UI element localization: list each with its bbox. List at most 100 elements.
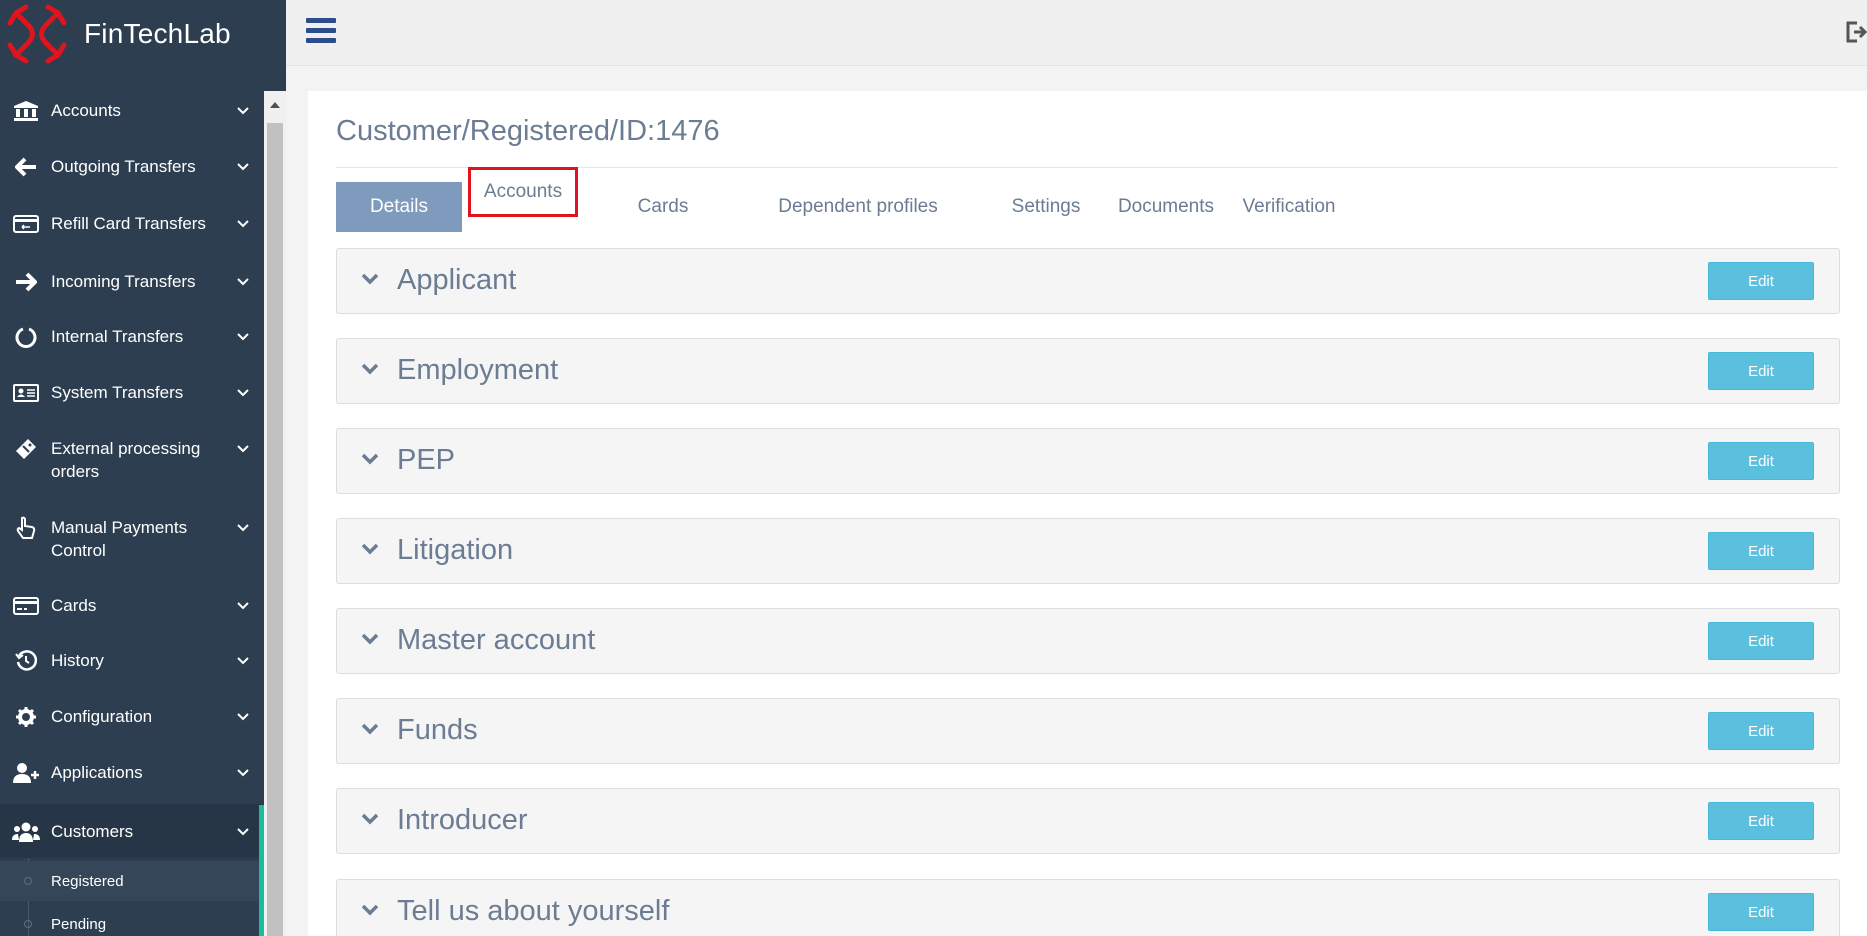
sidebar-item-label: Cards: [51, 596, 97, 615]
tab-cards[interactable]: Cards: [608, 182, 718, 232]
edit-button[interactable]: Edit: [1708, 893, 1814, 931]
scroll-up-arrow-icon[interactable]: [264, 91, 286, 119]
chevron-down-icon: [234, 761, 252, 784]
panel-title: Funds: [397, 714, 478, 746]
chevron-down-icon[interactable]: [361, 723, 379, 735]
chevron-down-icon[interactable]: [361, 543, 379, 555]
chevron-down-icon: [234, 594, 252, 617]
chevron-down-icon: [234, 99, 252, 122]
edit-button[interactable]: Edit: [1708, 802, 1814, 840]
chevron-down-icon: [234, 212, 252, 235]
tab-accounts[interactable]: Accounts: [468, 167, 578, 217]
sidebar-scrollbar[interactable]: [264, 91, 286, 936]
sidebar-item-incoming-transfers[interactable]: Incoming Transfers: [0, 270, 264, 293]
edit-button[interactable]: Edit: [1708, 532, 1814, 570]
sidebar-subitem-registered[interactable]: Registered: [0, 861, 259, 901]
sidebar-item-label: Incoming Transfers: [51, 272, 196, 291]
sidebar-item-internal-transfers[interactable]: Internal Transfers: [0, 325, 264, 348]
logout-icon[interactable]: [1845, 18, 1867, 46]
panel-title: PEP: [397, 444, 456, 476]
sidebar-item-label: System Transfers: [51, 383, 184, 402]
sidebar-item-label: Applications: [51, 763, 143, 782]
sidebar-item-customers[interactable]: Customers: [0, 804, 264, 858]
panel-introducer[interactable]: Introducer Edit: [336, 788, 1840, 854]
sidebar-item-outgoing-transfers[interactable]: Outgoing Transfers: [0, 155, 264, 178]
edit-button[interactable]: Edit: [1708, 352, 1814, 390]
sidebar-item-label: History: [51, 651, 104, 670]
panel-title: Master account: [397, 624, 596, 656]
chevron-down-icon[interactable]: [361, 363, 379, 375]
sidebar-item-external-processing-orders[interactable]: External processing orders: [0, 437, 264, 483]
sidebar-item-applications[interactable]: Applications: [0, 761, 264, 784]
edit-button[interactable]: Edit: [1708, 442, 1814, 480]
panel-litigation[interactable]: Litigation Edit: [336, 518, 1840, 584]
panel-tell-us-about-yourself[interactable]: Tell us about yourself Edit: [336, 879, 1840, 936]
chevron-down-icon[interactable]: [361, 453, 379, 465]
arrow-right-icon: [12, 270, 40, 293]
card-transfer-icon: [12, 212, 40, 235]
history-icon: [12, 649, 40, 672]
edit-button[interactable]: Edit: [1708, 712, 1814, 750]
sidebar-item-label: Configuration: [51, 707, 153, 726]
tab-dependent-profiles[interactable]: Dependent profiles: [748, 182, 968, 232]
chevron-down-icon[interactable]: [361, 273, 379, 285]
tab-documents[interactable]: Documents: [1104, 182, 1228, 232]
sidebar-item-label: Outgoing Transfers: [51, 157, 196, 176]
gear-icon: [12, 705, 40, 728]
chevron-down-icon[interactable]: [361, 904, 379, 916]
menu-toggle-icon[interactable]: [306, 18, 336, 44]
sidebar-subitem-pending[interactable]: Pending: [0, 904, 259, 936]
tab-settings[interactable]: Settings: [988, 182, 1104, 232]
scrollbar-thumb[interactable]: [267, 123, 283, 936]
sidebar-item-manual-payments-control[interactable]: Manual Payments Control: [0, 516, 264, 562]
sidebar-item-refill-card-transfers[interactable]: Refill Card Transfers: [0, 212, 264, 235]
panel-title: Introducer: [397, 804, 528, 836]
panel-master-account[interactable]: Master account Edit: [336, 608, 1840, 674]
chevron-down-icon: [234, 381, 252, 404]
chevron-down-icon[interactable]: [361, 813, 379, 825]
app-name: FinTechLab: [84, 18, 231, 49]
page-title: Customer/Registered/ID:1476: [336, 115, 720, 147]
chevron-down-icon: [234, 325, 252, 348]
panel-title: Tell us about yourself: [397, 895, 670, 927]
panel-title: Employment: [397, 354, 559, 386]
topbar: [286, 0, 1867, 66]
arrow-left-icon: [12, 155, 40, 178]
ticket-icon: [12, 437, 40, 460]
id-card-icon: [12, 381, 40, 404]
bullet-icon: [24, 920, 32, 928]
sidebar-item-history[interactable]: History: [0, 649, 264, 672]
panel-pep[interactable]: PEP Edit: [336, 428, 1840, 494]
panel-employment[interactable]: Employment Edit: [336, 338, 1840, 404]
sidebar: FinTechLab Accounts Outgoing Transfers R…: [0, 0, 286, 936]
sidebar-item-system-transfers[interactable]: System Transfers: [0, 381, 264, 404]
sidebar-item-label: Manual Payments Control: [51, 518, 188, 560]
chevron-down-icon[interactable]: [361, 633, 379, 645]
chevron-down-icon: [234, 155, 252, 178]
bullet-icon: [24, 877, 32, 885]
tab-verification[interactable]: Verification: [1228, 182, 1350, 232]
sidebar-item-label: Refill Card Transfers: [51, 214, 206, 233]
users-icon: [12, 820, 40, 843]
brand[interactable]: FinTechLab: [0, 0, 286, 68]
logo-icon: [7, 4, 67, 64]
chevron-down-icon: [234, 437, 252, 460]
edit-button[interactable]: Edit: [1708, 622, 1814, 660]
sidebar-item-label: External processing orders: [51, 439, 201, 481]
main-content: Customer/Registered/ID:1476 Details Acco…: [308, 91, 1867, 936]
sidebar-item-accounts[interactable]: Accounts: [0, 99, 264, 122]
edit-button[interactable]: Edit: [1708, 262, 1814, 300]
credit-card-icon: [12, 594, 40, 617]
hand-pointer-icon: [12, 516, 40, 539]
chevron-down-icon: [234, 270, 252, 293]
tab-details[interactable]: Details: [336, 182, 462, 232]
panel-title: Litigation: [397, 534, 514, 566]
sidebar-item-configuration[interactable]: Configuration: [0, 705, 264, 728]
user-plus-icon: [12, 761, 40, 784]
sidebar-item-cards[interactable]: Cards: [0, 594, 264, 617]
panel-funds[interactable]: Funds Edit: [336, 698, 1840, 764]
sidebar-subitem-label: Registered: [51, 872, 124, 890]
sidebar-subitem-label: Pending: [51, 915, 107, 933]
panel-applicant[interactable]: Applicant Edit: [336, 248, 1840, 314]
chevron-down-icon: [234, 705, 252, 728]
